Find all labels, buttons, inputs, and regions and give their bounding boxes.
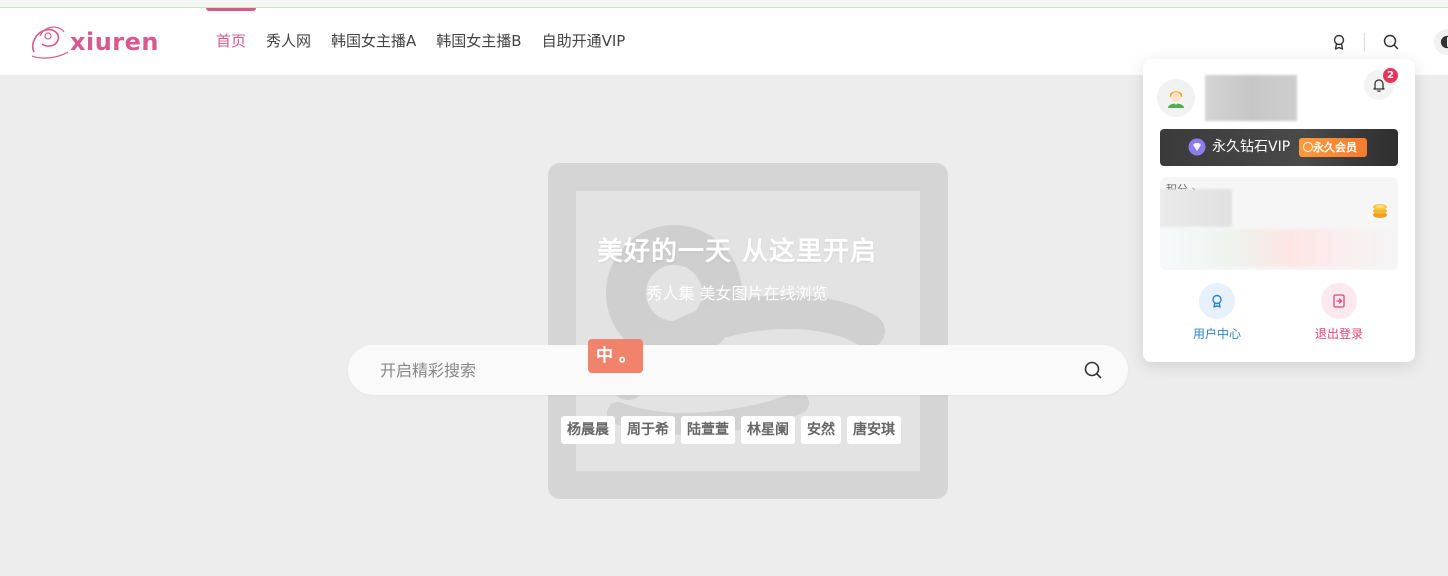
header-divider (1364, 33, 1365, 51)
search-icon (1084, 361, 1102, 379)
hot-search-tags: 杨晨晨 周于希 陆萱萱 林星阑 安然 唐安琪 (561, 416, 901, 444)
hero-placeholder-image (548, 163, 948, 499)
main-nav: 首页 秀人网 韩国女主播A 韩国女主播B 自助开通VIP (206, 8, 635, 75)
nav-item-home[interactable]: 首页 (206, 8, 257, 75)
nav-item-xiuren[interactable]: 秀人网 (256, 8, 321, 75)
logout-button[interactable]: 退出登录 (1299, 281, 1379, 341)
nav-item-korean-streamer-a[interactable]: 韩国女主播A (321, 8, 426, 75)
coins-icon (1373, 204, 1387, 218)
search-icon[interactable] (1381, 32, 1401, 52)
search-input[interactable] (380, 345, 1060, 395)
search-bar (348, 345, 1128, 395)
nav-item-korean-streamer-b[interactable]: 韩国女主播B (426, 8, 531, 75)
search-tag[interactable]: 安然 (801, 416, 841, 444)
site-logo[interactable]: xiuren (28, 22, 159, 62)
theme-toggle-button[interactable] (1434, 29, 1448, 55)
window-top-border (0, 0, 1448, 8)
points-value-redacted (1160, 189, 1232, 227)
search-tag[interactable]: 陆萱萱 (681, 416, 735, 444)
nav-item-vip[interactable]: 自助开通VIP (532, 8, 636, 75)
check-circle-icon (1303, 142, 1313, 152)
vip-member-badge: 永久会员 (1299, 138, 1367, 157)
vip-status-bar[interactable]: 永久钻石VIP 永久会员 (1160, 129, 1398, 166)
vip-level-label: 永久钻石VIP (1212, 139, 1291, 155)
award-icon (1212, 294, 1222, 308)
diamond-icon (1188, 138, 1206, 156)
ime-indicator: 中 。 (588, 339, 643, 373)
user-dropdown-panel: 2 永久钻石VIP 永久会员 积分 › 用户中心 退出登录 (1143, 59, 1415, 362)
award-icon[interactable] (1329, 32, 1349, 52)
logout-label: 退出登录 (1314, 327, 1363, 341)
user-center-label: 用户中心 (1192, 327, 1241, 341)
search-tag[interactable]: 杨晨晨 (561, 416, 615, 444)
search-tag[interactable]: 唐安琪 (847, 416, 901, 444)
logo-text: xiuren (70, 28, 159, 56)
search-tag[interactable]: 林星阑 (741, 416, 795, 444)
user-center-button[interactable]: 用户中心 (1177, 281, 1257, 341)
points-detail-redacted (1160, 229, 1398, 267)
avatar[interactable] (1157, 79, 1195, 117)
search-tag[interactable]: 周于希 (621, 416, 675, 444)
notification-count-badge: 2 (1383, 68, 1398, 83)
username-redacted (1205, 75, 1297, 121)
logout-icon (1333, 294, 1345, 308)
points-card[interactable]: 积分 › (1160, 177, 1398, 270)
search-submit-button[interactable] (1082, 359, 1104, 381)
theme-toggle-icon (1440, 35, 1448, 49)
user-avatar-icon (1168, 91, 1184, 108)
